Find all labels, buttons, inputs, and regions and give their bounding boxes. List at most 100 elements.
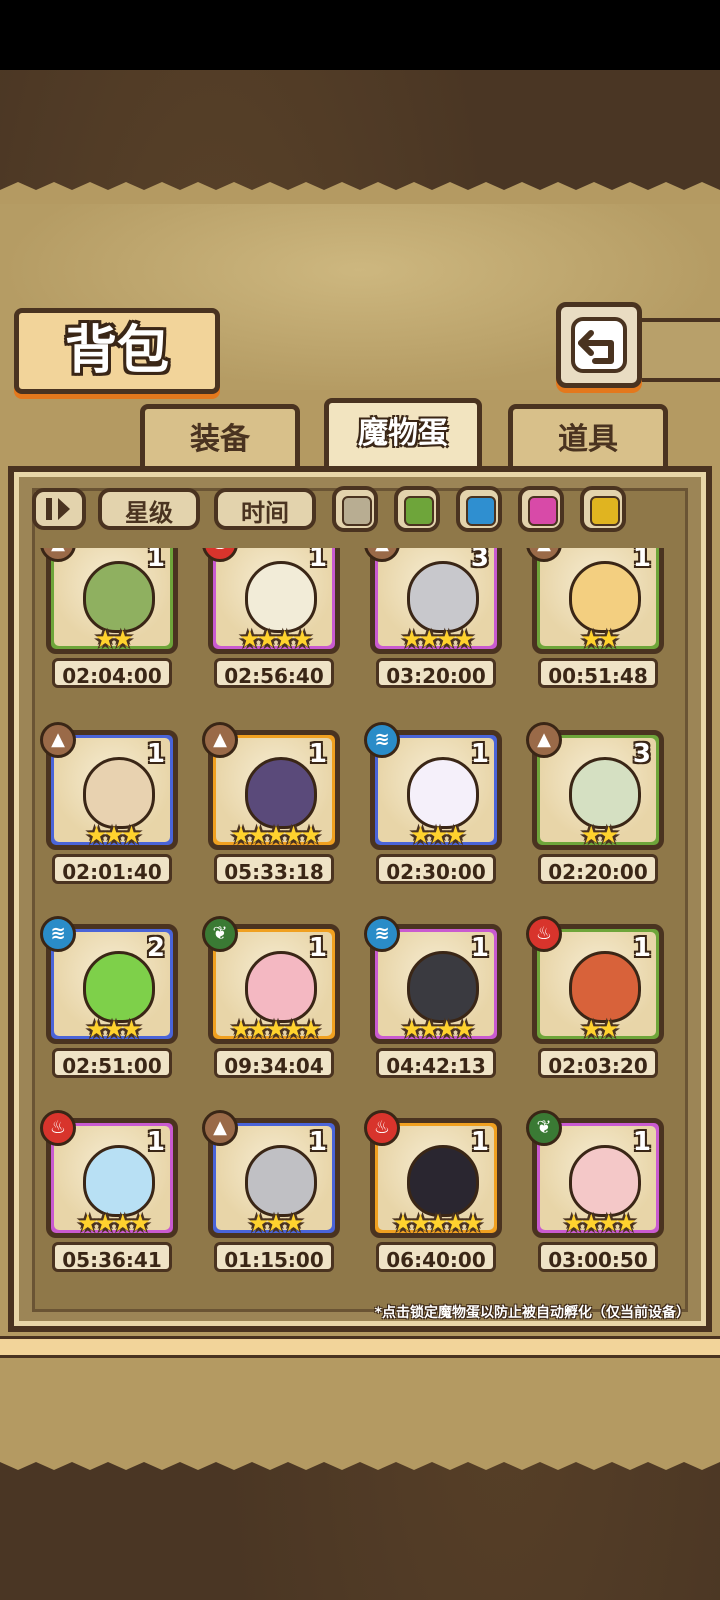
banner-bottom-edge (0, 1448, 720, 1470)
panel-bottom-band (0, 1336, 720, 1358)
egg-star-rating: ★★★★ (562, 1209, 637, 1237)
egg-star-rating: ★★★ (409, 821, 467, 849)
title-plate: 背包 (14, 308, 220, 394)
filter-color-green[interactable] (394, 486, 440, 532)
egg-icon (83, 1145, 155, 1217)
egg-star-rating: ★★★ (85, 821, 143, 849)
egg-count: 1 (146, 1127, 165, 1157)
egg-icon (569, 951, 641, 1023)
element-fire-icon: ♨ (526, 916, 562, 952)
color-swatch (590, 496, 620, 526)
color-swatch (466, 496, 496, 526)
egg-star-rating: ★★ (94, 625, 133, 653)
egg-count: 1 (470, 739, 489, 769)
element-earth-icon: ▲ (40, 722, 76, 758)
egg-count: 1 (308, 933, 327, 963)
egg-count: 1 (470, 933, 489, 963)
egg-count: 3 (632, 739, 651, 769)
element-water-icon: ≋ (40, 916, 76, 952)
tab-equipment[interactable]: 装备 (140, 404, 300, 469)
egg-count: 1 (308, 1127, 327, 1157)
egg-hatch-timer: 02:04:00 (52, 658, 172, 688)
egg-hatch-timer: 05:36:41 (52, 1242, 172, 1272)
egg-count: 1 (470, 1127, 489, 1157)
element-water-icon: ≋ (364, 916, 400, 952)
egg-card[interactable]: 1 ★★★★ (208, 548, 340, 654)
egg-icon (83, 951, 155, 1023)
filter-color-yellow[interactable] (580, 486, 626, 532)
egg-icon (245, 951, 317, 1023)
element-fire-icon: ♨ (40, 1110, 76, 1146)
egg-icon (569, 757, 641, 829)
tab-equipment-label: 装备 (190, 422, 250, 457)
sort-by-time-button[interactable]: 时间 (214, 488, 316, 530)
lock-hint-text: *点击锁定魔物蛋以防止被自动孵化（仅当前设备） (374, 1305, 690, 1321)
egg-hatch-timer: 02:03:20 (538, 1048, 658, 1078)
tab-items[interactable]: 道具 (508, 404, 668, 469)
egg-star-rating: ★★★ (247, 1209, 305, 1237)
back-arrow-icon (571, 317, 627, 373)
egg-star-rating: ★★ (580, 1015, 619, 1043)
egg-count: 3 (470, 548, 489, 573)
egg-icon (83, 561, 155, 633)
egg-count: 1 (308, 739, 327, 769)
egg-count: 1 (146, 739, 165, 769)
color-swatch (404, 496, 434, 526)
element-water-icon: ≋ (364, 722, 400, 758)
egg-icon (407, 561, 479, 633)
egg-hatch-timer: 00:51:48 (538, 658, 658, 688)
element-fire-icon: ♨ (364, 1110, 400, 1146)
egg-count: 1 (146, 548, 165, 573)
egg-card[interactable]: 1 ★★ (532, 548, 664, 654)
egg-count: 1 (632, 1127, 651, 1157)
color-swatch (528, 496, 558, 526)
sort-toggle-icon (46, 498, 70, 520)
filter-color-blue[interactable] (456, 486, 502, 532)
egg-count: 1 (308, 548, 327, 573)
egg-star-rating: ★★★★ (76, 1209, 151, 1237)
egg-card[interactable]: 1 ★★ (46, 548, 178, 654)
egg-hatch-timer: 02:01:40 (52, 854, 172, 884)
egg-hatch-timer: 02:20:00 (538, 854, 658, 884)
egg-hatch-timer: 03:20:00 (376, 658, 496, 688)
page-title: 背包 (64, 320, 169, 381)
tab-items-label: 道具 (558, 422, 618, 457)
egg-icon (407, 1145, 479, 1217)
egg-hatch-timer: 04:42:13 (376, 1048, 496, 1078)
egg-star-rating: ★★★★★ (230, 1015, 322, 1043)
tab-monster-eggs-label: 魔物蛋 (358, 416, 448, 451)
color-swatch (342, 496, 372, 526)
element-earth-icon: ▲ (202, 1110, 238, 1146)
egg-hatch-timer: 01:15:00 (214, 1242, 334, 1272)
egg-icon (569, 1145, 641, 1217)
sort-by-stars-button[interactable]: 星级 (98, 488, 200, 530)
egg-icon (245, 1145, 317, 1217)
egg-icon (569, 561, 641, 633)
sort-order-button[interactable] (32, 488, 86, 530)
filter-color-pink[interactable] (518, 486, 564, 532)
egg-hatch-timer: 02:30:00 (376, 854, 496, 884)
element-nature-icon: ❦ (202, 916, 238, 952)
egg-grid: 1★★▲02:04:001★★★★♨02:56:403★★★★▲03:20:00… (34, 548, 686, 1288)
egg-hatch-timer: 02:51:00 (52, 1048, 172, 1078)
egg-hatch-timer: 03:00:50 (538, 1242, 658, 1272)
egg-hatch-timer: 09:34:04 (214, 1048, 334, 1078)
egg-star-rating: ★★★★ (238, 625, 313, 653)
back-button-strip (632, 318, 720, 382)
egg-hatch-timer: 05:33:18 (214, 854, 334, 884)
tab-monster-eggs[interactable]: 魔物蛋 (324, 398, 482, 475)
egg-star-rating: ★★★★ (400, 625, 475, 653)
egg-count: 1 (632, 933, 651, 963)
sort-by-stars-label: 星级 (125, 499, 173, 527)
element-earth-icon: ▲ (526, 722, 562, 758)
filter-color-gray[interactable] (332, 486, 378, 532)
egg-star-rating: ★★★ (85, 1015, 143, 1043)
egg-icon (83, 757, 155, 829)
egg-icon (245, 561, 317, 633)
back-button[interactable] (556, 302, 642, 388)
sort-by-time-label: 时间 (241, 499, 289, 527)
status-bar (0, 0, 720, 70)
egg-card[interactable]: 3 ★★★★ (370, 548, 502, 654)
egg-star-rating: ★★★★★ (392, 1209, 484, 1237)
egg-count: 1 (632, 548, 651, 573)
